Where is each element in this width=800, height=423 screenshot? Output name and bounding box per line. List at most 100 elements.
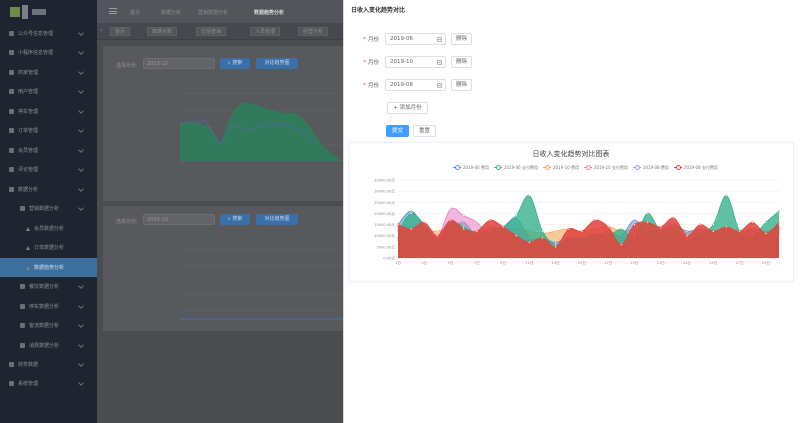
legend-item[interactable]: 2019-10 费用 [542, 164, 579, 171]
data-point [554, 245, 557, 248]
menu-toggle-icon[interactable] [109, 8, 117, 14]
compare-button-2[interactable]: 对比趋势图 [256, 214, 298, 225]
sidebar-item[interactable]: 小程序信息管理 [0, 43, 97, 62]
menu-icon [20, 284, 25, 289]
delete-month-button[interactable]: 删除 [451, 56, 472, 68]
sidebar-item[interactable]: 会员管理 [0, 141, 97, 160]
data-point [659, 225, 662, 228]
background-chart-1 [179, 92, 343, 162]
breadcrumb-item[interactable]: 首页 [130, 9, 140, 16]
plus-icon: + [393, 105, 398, 111]
tab-item[interactable]: 经营分析 [298, 27, 329, 36]
chart-title: 日收入变化趋势对比图表 [532, 150, 610, 158]
tab-item[interactable]: 交易查询 [196, 27, 227, 36]
data-point [712, 223, 715, 226]
legend-item[interactable]: 2019-08 支付费用 [673, 165, 718, 171]
x-tick-label: 17日 [604, 261, 612, 265]
chevron-down-icon [78, 186, 84, 192]
search-button-2[interactable]: ⌕ 搜索 [220, 214, 250, 225]
search-button[interactable]: ⌕ 搜索 [220, 58, 250, 69]
reset-button[interactable]: 重置 [413, 125, 436, 137]
sidebar-item[interactable]: 订单数据分析 [0, 238, 97, 257]
legend-label: 2019-10 费用 [552, 164, 579, 170]
breadcrumb-item[interactable]: 数据分析 [161, 9, 181, 16]
tab-item[interactable]: 人员管理 [250, 27, 281, 36]
legend-marker [453, 165, 461, 170]
y-tick-label: 35000.00元 [374, 179, 395, 183]
legend-label: 2019-06 支付费用 [503, 164, 538, 170]
delete-month-button[interactable]: 删除 [451, 33, 472, 45]
month-picker[interactable]: 2019-10 [385, 56, 446, 68]
sidebar-item[interactable]: 消费数据分析 [0, 336, 97, 355]
y-tick-label: 0.00元 [383, 257, 395, 261]
sidebar-item[interactable]: 会员数据分析 [0, 219, 97, 238]
sidebar-item[interactable]: 评论管理 [0, 160, 97, 179]
chevron-down-icon [78, 166, 84, 172]
sidebar-item-label: 停车管理 [18, 109, 39, 115]
data-point [646, 221, 649, 224]
y-tick-label: 5000.00元 [377, 245, 396, 249]
chevron-down-icon [78, 342, 84, 348]
data-point [620, 227, 623, 231]
chevron-down-icon [78, 69, 84, 75]
breadcrumb-item[interactable]: 营销数据分析 [198, 9, 228, 16]
month-row: * 月份 2019-08 删除 [363, 79, 472, 91]
sidebar-item[interactable]: 停车管理 [0, 102, 97, 121]
x-tick-label: 23日 [683, 261, 691, 265]
add-month-button[interactable]: + 添加月份 [387, 102, 428, 114]
tab-scroll-left-icon[interactable]: ‹ [100, 27, 105, 36]
data-point [751, 221, 754, 224]
sidebar-item[interactable]: 餐饮数据分析 [0, 277, 97, 296]
sidebar-item[interactable]: 客流数据分析 [0, 316, 97, 335]
x-tick-label: 3日 [421, 261, 427, 265]
legend-item[interactable]: 2019-08 费用 [632, 165, 669, 171]
tab-item[interactable]: 首页 [110, 27, 131, 36]
breadcrumb-item: 数据趋势分析 [254, 10, 285, 16]
month-select-2[interactable]: 2019-10 [143, 214, 215, 225]
sidebar-item[interactable]: 公众号信息管理 [0, 24, 97, 43]
sidebar-item[interactable]: 数据趋势分析 [0, 258, 97, 277]
sidebar-item[interactable]: 数据分析 [0, 180, 97, 199]
data-point [646, 212, 649, 215]
menu-icon [9, 70, 14, 75]
data-point [554, 241, 557, 244]
legend-item[interactable]: 2019-06 支付费用 [493, 164, 538, 171]
submit-button[interactable]: 提交 [386, 125, 409, 137]
legend-item[interactable]: 2019-10 支付费用 [583, 165, 628, 171]
required-mark: * [363, 81, 366, 89]
sidebar-item[interactable]: 财务数据 [0, 355, 97, 374]
chevron-down-icon [78, 127, 84, 133]
compare-button[interactable]: 对比趋势图 [256, 58, 298, 69]
required-mark: * [363, 58, 366, 66]
top-bar: 首页 数据分析 营销数据分析 数据趋势分析 [97, 0, 343, 23]
sidebar-item[interactable]: 营销数据分析 [0, 199, 97, 218]
sidebar-item[interactable]: 商家管理 [0, 63, 97, 82]
app-logo [10, 5, 72, 19]
data-point [488, 219, 492, 222]
month-picker[interactable]: 2019-06 [385, 33, 446, 45]
data-point [515, 234, 518, 237]
data-point [764, 232, 767, 235]
sidebar-item-label: 数据分析 [18, 187, 39, 193]
x-tick-label: 7日 [474, 261, 480, 265]
sidebar-item[interactable]: 停车数据分析 [0, 297, 97, 316]
sidebar-item[interactable]: 订单管理 [0, 121, 97, 140]
legend-item[interactable]: 2019-06 费用 [453, 165, 489, 171]
menu-icon [9, 187, 14, 192]
data-point [620, 243, 623, 246]
sidebar-item-label: 订单管理 [18, 128, 39, 134]
chevron-down-icon [78, 361, 84, 367]
sidebar-item[interactable]: 用户管理 [0, 82, 97, 101]
sidebar-item[interactable]: 系统管理 [0, 374, 97, 393]
data-point [580, 230, 584, 233]
sidebar-item-label: 餐饮数据分析 [29, 284, 60, 290]
x-tick-label: 1日 [395, 261, 401, 265]
triangle-icon [26, 245, 30, 250]
chevron-down-icon [78, 49, 84, 55]
tab-item[interactable]: 数据对账 [147, 27, 178, 36]
data-point [699, 223, 702, 226]
month-select[interactable]: 2019-10 [143, 58, 215, 69]
triangle-icon [26, 265, 30, 270]
month-picker[interactable]: 2019-08 [385, 79, 446, 91]
delete-month-button[interactable]: 删除 [451, 79, 472, 91]
